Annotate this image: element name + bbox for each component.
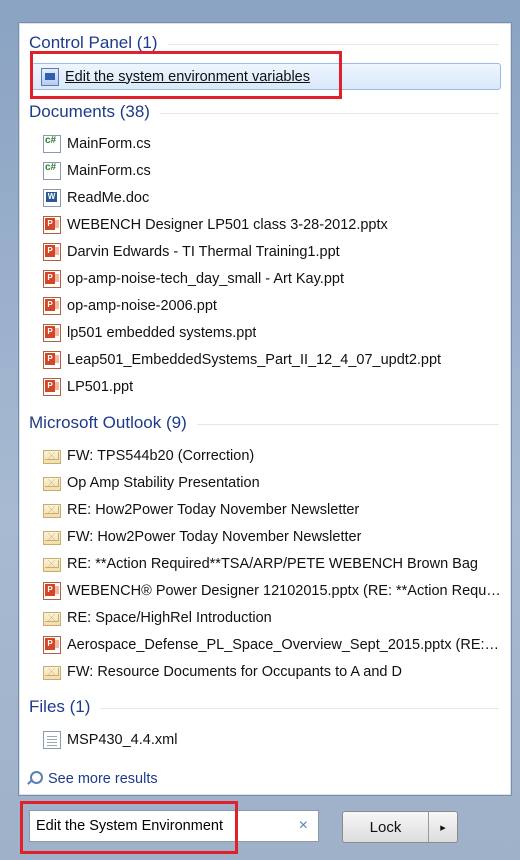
divider [167, 44, 499, 45]
result-label: Darvin Edwards - TI Thermal Training1.pp… [67, 243, 340, 260]
result-label: Leap501_EmbeddedSystems_Part_II_12_4_07_… [67, 351, 442, 368]
result-label: MainForm.cs [67, 162, 151, 179]
result-label: RE: **Action Required**TSA/ARP/PETE WEBE… [67, 555, 478, 572]
result-label: op-amp-noise-tech_day_small - Art Kay.pp… [67, 270, 344, 287]
result-item-thermal-training[interactable]: Darvin Edwards - TI Thermal Training1.pp… [43, 238, 501, 265]
search-results-panel: Control Panel (1) Edit the system enviro… [18, 22, 512, 796]
result-item-mail-re-how2power[interactable]: RE: How2Power Today November Newsletter [43, 496, 501, 523]
result-label: FW: TPS544b20 (Correction) [67, 447, 255, 464]
search-icon [26, 771, 43, 787]
result-label: RE: Space/HighRel Introduction [67, 609, 272, 626]
result-label: MSP430_4.4.xml [67, 731, 178, 748]
result-label: FW: Resource Documents for Occupants to … [67, 663, 402, 680]
result-item-mail-space-highrel[interactable]: RE: Space/HighRel Introduction [43, 604, 501, 631]
divider [196, 424, 499, 425]
result-item-mail-fw-how2power[interactable]: FW: How2Power Today November Newsletter [43, 523, 501, 550]
power-options-arrow-button[interactable]: ▸ [428, 812, 457, 842]
envelope-icon [43, 449, 61, 464]
xml-file-icon [43, 730, 61, 749]
see-more-results-link[interactable]: See more results [26, 771, 158, 787]
result-item-mainform-cs-1[interactable]: MainForm.cs [43, 130, 501, 157]
envelope-icon [43, 665, 61, 680]
result-label: Aerospace_Defense_PL_Space_Overview_Sept… [67, 636, 501, 653]
group-title: Files (1) [29, 697, 91, 716]
result-item-mail-resource-docs[interactable]: FW: Resource Documents for Occupants to … [43, 658, 501, 685]
powerpoint-icon [43, 350, 61, 369]
result-item-lp501-ppt[interactable]: LP501.ppt [43, 373, 501, 400]
result-label: MainForm.cs [67, 135, 151, 152]
result-item-mainform-cs-2[interactable]: MainForm.cs [43, 157, 501, 184]
powerpoint-icon [43, 635, 61, 654]
result-label: FW: How2Power Today November Newsletter [67, 528, 362, 545]
lock-label: Lock [369, 818, 402, 836]
powerpoint-icon [43, 377, 61, 396]
result-item-msp430-xml[interactable]: MSP430_4.4.xml [43, 726, 501, 753]
result-item-leap501-part2[interactable]: Leap501_EmbeddedSystems_Part_II_12_4_07_… [43, 346, 501, 373]
envelope-icon [43, 611, 61, 626]
word-doc-icon [43, 188, 61, 207]
powerpoint-icon [43, 242, 61, 261]
result-label: WEBENCH Designer LP501 class 3-28-2012.p… [67, 216, 388, 233]
envelope-icon [43, 557, 61, 572]
group-header-outlook[interactable]: Microsoft Outlook (9) [29, 411, 499, 435]
result-label: ReadMe.doc [67, 189, 150, 206]
result-item-mail-tps544b20[interactable]: FW: TPS544b20 (Correction) [43, 442, 501, 469]
group-header-documents[interactable]: Documents (38) [29, 100, 499, 124]
lock-button[interactable]: Lock ▸ [342, 811, 458, 843]
result-label: lp501 embedded systems.ppt [67, 324, 257, 341]
result-label: RE: How2Power Today November Newsletter [67, 501, 360, 518]
powerpoint-icon [43, 215, 61, 234]
envelope-icon [43, 503, 61, 518]
result-label: LP501.ppt [67, 378, 134, 395]
annotation-highlight-search [20, 801, 238, 854]
result-label: op-amp-noise-2006.ppt [67, 297, 217, 314]
group-header-files[interactable]: Files (1) [29, 695, 499, 719]
divider [100, 708, 499, 709]
clear-search-icon[interactable]: × [299, 817, 308, 835]
powerpoint-icon [43, 581, 61, 600]
group-title: Microsoft Outlook (9) [29, 413, 187, 432]
result-item-op-amp-noise-2006[interactable]: op-amp-noise-2006.ppt [43, 292, 501, 319]
result-item-mail-action-required[interactable]: RE: **Action Required**TSA/ARP/PETE WEBE… [43, 550, 501, 577]
csharp-file-icon [43, 161, 61, 180]
see-more-label: See more results [48, 771, 158, 787]
group-title: Documents (38) [29, 102, 150, 121]
result-item-mail-aerospace-pptx[interactable]: Aerospace_Defense_PL_Space_Overview_Sept… [43, 631, 501, 658]
result-item-mail-op-amp-stability[interactable]: Op Amp Stability Presentation [43, 469, 501, 496]
envelope-icon [43, 476, 61, 491]
powerpoint-icon [43, 323, 61, 342]
powerpoint-icon [43, 269, 61, 288]
result-item-readme-doc[interactable]: ReadMe.doc [43, 184, 501, 211]
result-item-mail-webench-pptx[interactable]: WEBENCH® Power Designer 12102015.pptx (R… [43, 577, 501, 604]
result-item-op-amp-noise-tech[interactable]: op-amp-noise-tech_day_small - Art Kay.pp… [43, 265, 501, 292]
annotation-highlight-result [30, 51, 342, 99]
result-label: Op Amp Stability Presentation [67, 474, 260, 491]
divider [159, 113, 499, 114]
powerpoint-icon [43, 296, 61, 315]
envelope-icon [43, 530, 61, 545]
result-item-lp501-embedded[interactable]: lp501 embedded systems.ppt [43, 319, 501, 346]
result-label: WEBENCH® Power Designer 12102015.pptx (R… [67, 582, 501, 599]
result-item-webench-lp501[interactable]: WEBENCH Designer LP501 class 3-28-2012.p… [43, 211, 501, 238]
csharp-file-icon [43, 134, 61, 153]
group-title: Control Panel (1) [29, 33, 158, 52]
